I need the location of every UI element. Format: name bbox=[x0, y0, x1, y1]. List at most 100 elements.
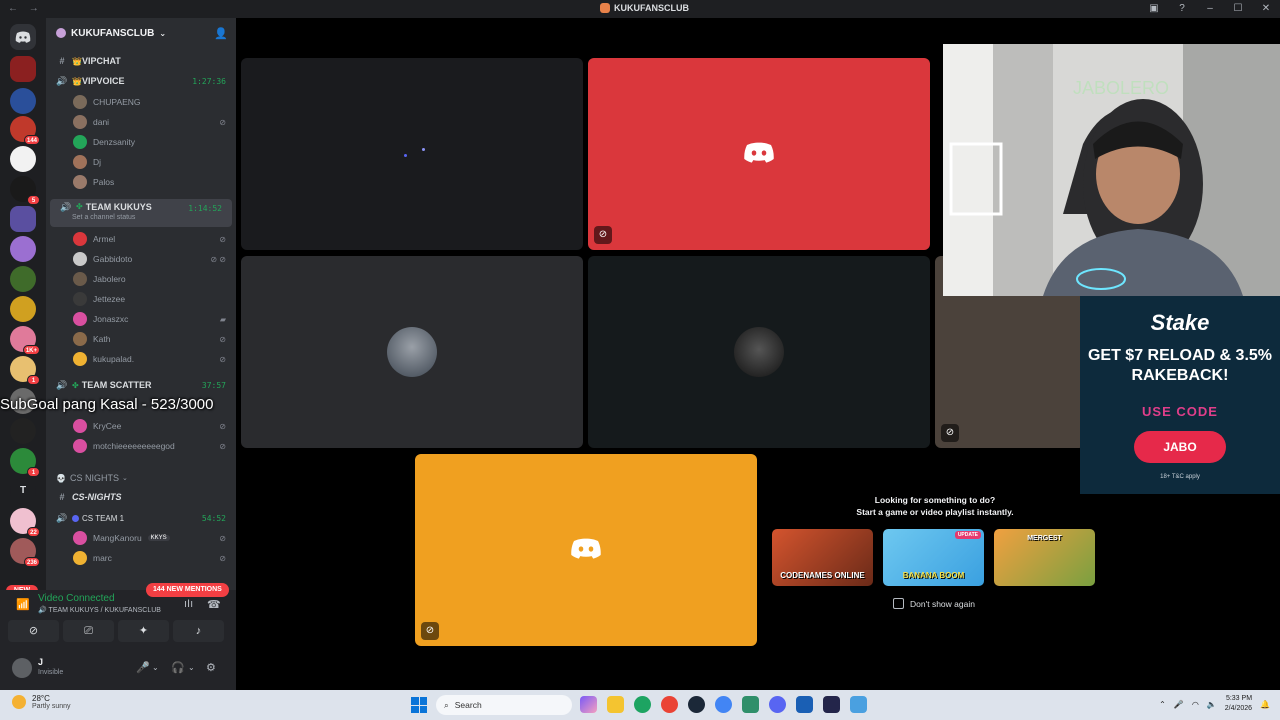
voice-user[interactable]: Palos bbox=[46, 172, 236, 192]
server-icon-10[interactable]: 1K+ bbox=[10, 326, 40, 355]
user-name: marc bbox=[93, 553, 112, 563]
server-icon-8[interactable] bbox=[10, 266, 36, 292]
server-icon-1[interactable] bbox=[10, 56, 36, 82]
headphones-icon[interactable]: 🎧 bbox=[171, 661, 185, 674]
notification-bell-icon[interactable]: 🔔 bbox=[1260, 700, 1270, 709]
server-icon-16[interactable]: 236 bbox=[10, 538, 40, 567]
server-icon-9[interactable] bbox=[10, 296, 36, 322]
activity-card-codenames[interactable]: CODENAMES ONLINE bbox=[772, 529, 873, 586]
voice-user[interactable]: marc ⊘ bbox=[46, 548, 236, 568]
server-icon-14[interactable]: 1 bbox=[10, 448, 40, 477]
server-icon-5[interactable]: 5 bbox=[10, 176, 40, 205]
dont-show-again-checkbox[interactable]: Don't show again bbox=[893, 598, 975, 609]
wifi-icon[interactable]: ◠ bbox=[1192, 700, 1199, 709]
signal-icon[interactable]: 📶 bbox=[16, 598, 30, 611]
soundboard-button[interactable]: ♪ bbox=[173, 620, 224, 642]
server-icon-11[interactable]: 1 bbox=[10, 356, 40, 385]
voice-user[interactable]: Jabolero bbox=[46, 269, 236, 289]
notepad-icon[interactable] bbox=[796, 696, 813, 713]
steam-icon[interactable] bbox=[688, 696, 705, 713]
voice-user[interactable]: CHUPAENG bbox=[46, 92, 236, 112]
voice-channel-vipvoice[interactable]: 🔊 👑 VIPVOICE 1:27:36 bbox=[46, 71, 236, 91]
user-name: kukupalad. bbox=[93, 354, 135, 364]
copilot-icon[interactable] bbox=[580, 696, 597, 713]
settings-gear-icon[interactable]: ⚙ bbox=[206, 661, 216, 674]
voice-user[interactable]: Denzsanity bbox=[46, 132, 236, 152]
taskbar-search[interactable]: ⌕ Search bbox=[436, 695, 572, 715]
maximize-button[interactable]: ☐ bbox=[1224, 0, 1252, 18]
voice-channel-cs-team-1[interactable]: 🔊 CS TEAM 1 54:52 bbox=[46, 508, 236, 528]
voice-user[interactable]: Dj bbox=[46, 152, 236, 172]
weather-widget[interactable]: 28°C Partly sunny bbox=[12, 694, 71, 710]
video-tile-avatar-1[interactable] bbox=[241, 256, 583, 448]
voice-user[interactable]: kukupalad. ⊘ bbox=[46, 349, 236, 369]
channel-cs-nights[interactable]: # CS-NIGHTS bbox=[46, 487, 236, 507]
activity-card-banana-boom[interactable]: UPDATE BANANA BOOM bbox=[883, 529, 984, 586]
voice-user[interactable]: Kath ⊘ bbox=[46, 329, 236, 349]
chrome-icon[interactable] bbox=[661, 696, 678, 713]
user-name: J bbox=[38, 657, 44, 667]
server-icon-2[interactable] bbox=[10, 88, 36, 114]
activity-card-mergest[interactable]: MERGEST bbox=[994, 529, 1095, 586]
file-explorer-icon[interactable] bbox=[607, 696, 624, 713]
voice-channel-team-kukuys[interactable]: 🔊 ✤ TEAM KUKUYS 1:14:52 Set a channel st… bbox=[50, 199, 232, 227]
voice-user[interactable]: motchieeeeeeeeegod ⊘ bbox=[46, 436, 236, 456]
video-tile-loading[interactable] bbox=[241, 58, 583, 250]
video-tile-orange[interactable]: ⊘ bbox=[415, 454, 757, 646]
nav-arrows[interactable]: ← → bbox=[8, 3, 43, 14]
app-icon[interactable] bbox=[742, 696, 759, 713]
voice-channel-team-scatter[interactable]: 🔊 ✤ TEAM SCATTER 37:57 bbox=[46, 375, 236, 395]
server-icon-t[interactable]: T bbox=[10, 478, 36, 504]
help-icon[interactable]: ? bbox=[1168, 0, 1196, 18]
snipping-tool-icon[interactable] bbox=[850, 696, 867, 713]
channel-status[interactable]: Set a channel status bbox=[72, 214, 135, 221]
microphone-icon[interactable]: 🎤 bbox=[1174, 700, 1184, 709]
volume-icon[interactable]: 🔈 bbox=[1207, 700, 1217, 709]
voice-user[interactable]: MangKanoru KKYS ⊘ bbox=[46, 528, 236, 548]
video-tile-red[interactable]: ⊘ bbox=[588, 58, 930, 250]
chrome-icon[interactable] bbox=[715, 696, 732, 713]
screen-share-button[interactable]: ⎚ bbox=[63, 620, 114, 642]
invite-people-icon[interactable]: 👤 bbox=[214, 27, 228, 40]
noise-suppression-icon[interactable]: ıIı bbox=[184, 598, 193, 610]
voice-user[interactable]: Jettezee bbox=[46, 289, 236, 309]
server-icon-6[interactable] bbox=[10, 206, 36, 232]
chevron-up-icon[interactable]: ⌃ bbox=[1159, 700, 1166, 709]
close-button[interactable]: ✕ bbox=[1252, 0, 1280, 18]
checkbox-icon[interactable] bbox=[893, 598, 904, 609]
clock[interactable]: 5:33 PM 2/4/2026 bbox=[1225, 694, 1252, 714]
voice-user[interactable]: dani ⊘ bbox=[46, 112, 236, 132]
server-icon-3[interactable]: 144 bbox=[10, 116, 40, 145]
user-panel: J Invisible 🎤 ⌄ 🎧 ⌄ ⚙ bbox=[8, 654, 228, 684]
channel-vipchat[interactable]: # 👑 VIPCHAT bbox=[46, 51, 236, 71]
chevron-down-icon[interactable]: ⌄ bbox=[152, 663, 159, 672]
chevron-down-icon[interactable]: ⌄ bbox=[188, 663, 195, 672]
discord-home-icon[interactable] bbox=[10, 24, 36, 50]
new-mentions-pill[interactable]: 144 NEW MENTIONS bbox=[146, 583, 229, 597]
voice-user[interactable]: KryCee ⊘ bbox=[46, 416, 236, 436]
vs-code-icon[interactable] bbox=[823, 696, 840, 713]
voice-user[interactable]: Gabbidoto ⊘ ⊘ bbox=[46, 249, 236, 269]
activities-button[interactable]: ✦ bbox=[118, 620, 169, 642]
streamer-webcam: JABOLERO bbox=[943, 44, 1280, 296]
server-icon-7[interactable] bbox=[10, 236, 36, 262]
connection-channel[interactable]: 🔊 TEAM KUKUYS / KUKUFANSCLUB bbox=[38, 606, 161, 614]
server-icon-4[interactable] bbox=[10, 146, 36, 172]
category-cs-nights[interactable]: 💀 CS NIGHTS ⌄ bbox=[46, 468, 236, 488]
server-header[interactable]: KUKUFANSCLUB ⌄ 👤 bbox=[46, 18, 236, 48]
server-icon-13[interactable] bbox=[10, 418, 36, 444]
chrome-icon[interactable] bbox=[634, 696, 651, 713]
inbox-icon[interactable]: ▣ bbox=[1140, 0, 1168, 18]
minimize-button[interactable]: – bbox=[1196, 0, 1224, 18]
windows-start-icon[interactable] bbox=[411, 697, 427, 713]
voice-user[interactable]: Jonaszxc ▰ bbox=[46, 309, 236, 329]
server-icon-15[interactable]: 22 bbox=[10, 508, 40, 537]
discord-icon[interactable] bbox=[769, 696, 786, 713]
avatar[interactable] bbox=[12, 658, 32, 678]
voice-user[interactable]: Armel ⊘ bbox=[46, 229, 236, 249]
video-tile-avatar-2[interactable] bbox=[588, 256, 930, 448]
camera-off-button[interactable]: ⊘ bbox=[8, 620, 59, 642]
avatar bbox=[73, 232, 87, 246]
disconnect-icon[interactable]: ☎ bbox=[207, 598, 221, 611]
microphone-icon[interactable]: 🎤 bbox=[136, 661, 150, 674]
